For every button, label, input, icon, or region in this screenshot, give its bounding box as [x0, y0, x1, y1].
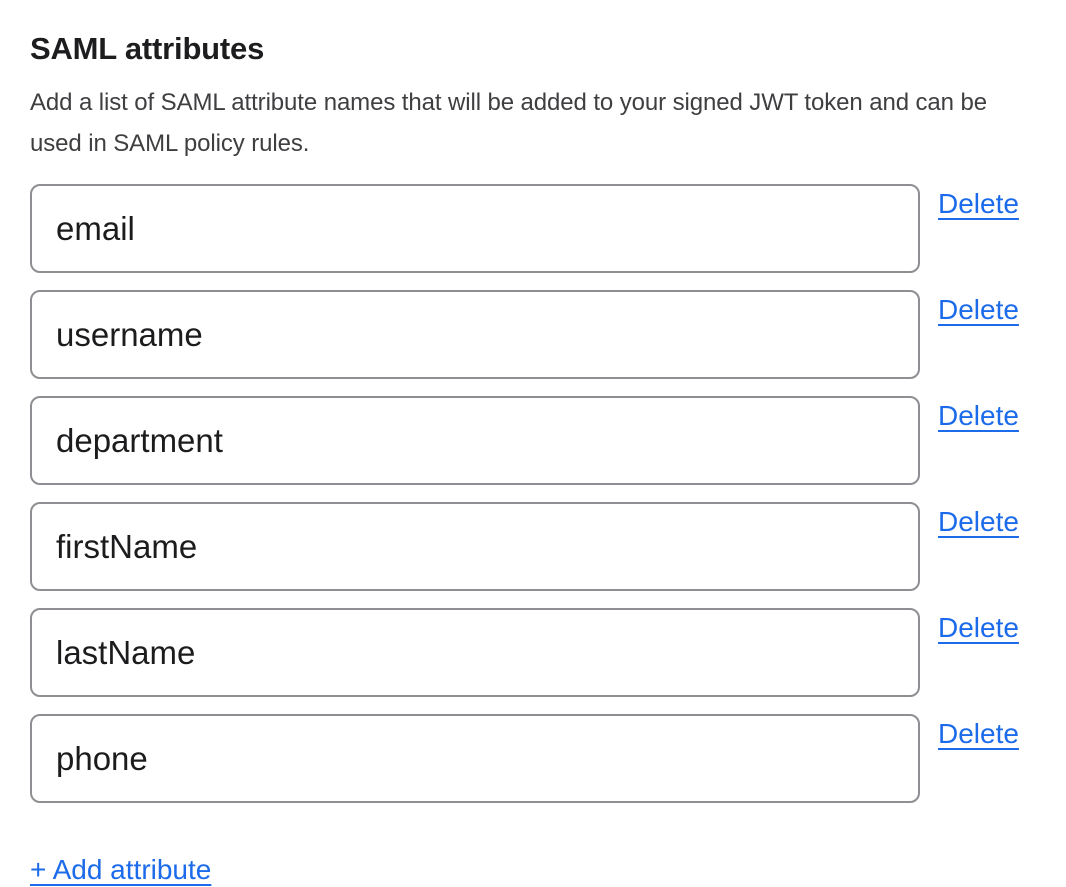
attribute-row: Delete	[30, 396, 1023, 485]
delete-attribute-link[interactable]: Delete	[938, 717, 1019, 751]
delete-attribute-link[interactable]: Delete	[938, 187, 1019, 221]
saml-attributes-section: SAML attributes Add a list of SAML attri…	[0, 0, 1066, 887]
delete-attribute-link[interactable]: Delete	[938, 611, 1019, 645]
attribute-row: Delete	[30, 608, 1023, 697]
attribute-row: Delete	[30, 290, 1023, 379]
section-description: Add a list of SAML attribute names that …	[30, 82, 1038, 164]
delete-attribute-link[interactable]: Delete	[938, 399, 1019, 433]
attribute-row: Delete	[30, 502, 1023, 591]
attribute-input-firstname[interactable]	[30, 502, 920, 591]
attribute-input-phone[interactable]	[30, 714, 920, 803]
attribute-input-email[interactable]	[30, 184, 920, 273]
attribute-list: Delete Delete Delete Delete Delete Delet…	[30, 184, 1023, 803]
attribute-row: Delete	[30, 184, 1023, 273]
delete-attribute-link[interactable]: Delete	[938, 293, 1019, 327]
attribute-input-lastname[interactable]	[30, 608, 920, 697]
attribute-row: Delete	[30, 714, 1023, 803]
add-attribute-link[interactable]: + Add attribute	[30, 853, 211, 887]
delete-attribute-link[interactable]: Delete	[938, 505, 1019, 539]
attribute-input-department[interactable]	[30, 396, 920, 485]
attribute-input-username[interactable]	[30, 290, 920, 379]
section-title: SAML attributes	[30, 30, 1023, 68]
